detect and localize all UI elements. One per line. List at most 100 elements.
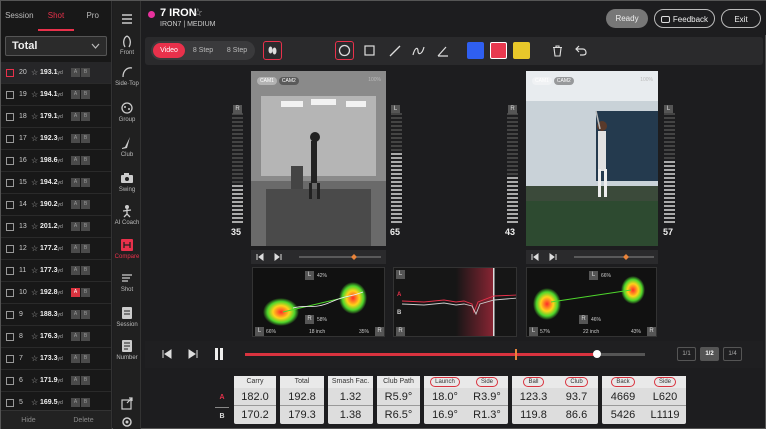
shot-row[interactable]: 7 ☆ 173.3yd A B bbox=[1, 348, 111, 370]
shot-row[interactable]: 13 ☆ 201.2yd A B bbox=[1, 216, 111, 238]
shot-checkbox[interactable] bbox=[6, 222, 14, 231]
assign-a-button[interactable]: A bbox=[71, 376, 80, 385]
assign-b-button[interactable]: B bbox=[81, 200, 90, 209]
assign-a-button[interactable]: A bbox=[71, 90, 80, 99]
shot-row[interactable]: 9 ☆ 188.3yd A B bbox=[1, 304, 111, 326]
star-icon[interactable]: ☆ bbox=[31, 310, 40, 319]
hide-button[interactable]: Hide bbox=[1, 411, 56, 429]
assign-a-button[interactable]: A bbox=[71, 134, 80, 143]
assign-a-button[interactable]: A bbox=[71, 398, 80, 407]
star-icon[interactable]: ☆ bbox=[31, 200, 40, 209]
step-back-icon[interactable] bbox=[161, 348, 173, 360]
star-icon[interactable]: ☆ bbox=[31, 266, 40, 275]
color-swatch-yellow[interactable] bbox=[513, 42, 530, 59]
assign-a-button[interactable]: A bbox=[71, 266, 80, 275]
assign-a-button[interactable]: A bbox=[71, 310, 80, 319]
metric-header-label[interactable]: Side bbox=[653, 377, 676, 387]
timeline-playhead[interactable] bbox=[593, 350, 601, 358]
speed-1-4[interactable]: 1/4 bbox=[723, 347, 742, 361]
nav-item-side-top[interactable]: Side·Top bbox=[113, 65, 141, 87]
pause-icon[interactable] bbox=[213, 347, 225, 361]
assign-b-button[interactable]: B bbox=[81, 354, 90, 363]
shot-row[interactable]: 10 ☆ 192.8yd A B bbox=[1, 282, 111, 304]
tab-session[interactable]: Session bbox=[1, 1, 38, 31]
shot-row[interactable]: 17 ☆ 192.3yd A B bbox=[1, 128, 111, 150]
shot-row[interactable]: 6 ☆ 171.9yd A B bbox=[1, 370, 111, 392]
star-icon[interactable]: ☆ bbox=[31, 222, 40, 231]
assign-a-button[interactable]: A bbox=[71, 332, 80, 341]
metric-header-label[interactable]: Club bbox=[565, 377, 588, 387]
nav-item-compare[interactable]: Compare bbox=[113, 238, 141, 260]
shot-row[interactable]: 19 ☆ 194.1yd A B bbox=[1, 84, 111, 106]
shot-row[interactable]: 14 ☆ 190.2yd A B bbox=[1, 194, 111, 216]
left-cam2-tab[interactable]: CAM2 bbox=[278, 77, 299, 85]
shot-row[interactable]: 12 ☆ 177.2yd A B bbox=[1, 238, 111, 260]
color-swatch-blue[interactable] bbox=[467, 42, 484, 59]
mode-video[interactable]: Video bbox=[153, 43, 185, 58]
assign-b-button[interactable]: B bbox=[81, 398, 90, 407]
assign-a-button[interactable]: A bbox=[71, 200, 80, 209]
nav-item-club[interactable]: Club bbox=[113, 136, 141, 158]
assign-b-button[interactable]: B bbox=[81, 376, 90, 385]
star-icon[interactable]: ☆ bbox=[31, 112, 40, 121]
metric-header-label[interactable]: Launch bbox=[430, 377, 460, 387]
star-icon[interactable]: ☆ bbox=[31, 244, 40, 253]
metric-header-label[interactable]: Back bbox=[611, 377, 635, 387]
shot-row[interactable]: 16 ☆ 198.6yd A B bbox=[1, 150, 111, 172]
assign-a-button[interactable]: A bbox=[71, 244, 80, 253]
shot-checkbox[interactable] bbox=[6, 200, 14, 209]
color-swatch-red[interactable] bbox=[490, 42, 507, 59]
assign-a-button[interactable]: A bbox=[71, 288, 80, 297]
shot-row[interactable]: 18 ☆ 179.1yd A B bbox=[1, 106, 111, 128]
mode-8-step-b[interactable]: 8 Step bbox=[221, 43, 253, 58]
shot-checkbox[interactable] bbox=[6, 68, 14, 77]
assign-b-button[interactable]: B bbox=[81, 244, 90, 253]
feedback-button[interactable]: Feedback bbox=[654, 9, 715, 28]
share-icon[interactable] bbox=[113, 396, 141, 412]
assign-b-button[interactable]: B bbox=[81, 178, 90, 187]
shot-checkbox[interactable] bbox=[6, 266, 14, 275]
assign-b-button[interactable]: B bbox=[81, 134, 90, 143]
star-icon[interactable]: ☆ bbox=[31, 156, 40, 165]
shot-checkbox[interactable] bbox=[6, 288, 14, 297]
shot-filter-select[interactable]: Total bbox=[5, 36, 107, 56]
undo-icon[interactable] bbox=[571, 41, 590, 60]
circle-tool-icon[interactable] bbox=[335, 41, 354, 60]
nav-item-shot[interactable]: Shot bbox=[113, 271, 141, 293]
trash-icon[interactable] bbox=[548, 41, 567, 60]
mode-8-step-a[interactable]: 8 Step bbox=[187, 43, 219, 58]
step-forward-icon[interactable] bbox=[187, 348, 199, 360]
left-video-scrubber[interactable] bbox=[251, 250, 386, 264]
shot-checkbox[interactable] bbox=[6, 112, 14, 121]
assign-a-button[interactable]: A bbox=[71, 156, 80, 165]
shot-checkbox[interactable] bbox=[6, 332, 14, 341]
star-icon[interactable]: ☆ bbox=[31, 134, 40, 143]
shot-checkbox[interactable] bbox=[6, 354, 14, 363]
nav-item-number[interactable]: Number bbox=[113, 339, 141, 361]
shot-checkbox[interactable] bbox=[6, 90, 14, 99]
favorite-star-icon[interactable]: ☆ bbox=[193, 6, 203, 19]
assign-a-button[interactable]: A bbox=[71, 222, 80, 231]
assign-a-button[interactable]: A bbox=[71, 354, 80, 363]
assign-a-button[interactable]: A bbox=[71, 112, 80, 121]
speed-1-1[interactable]: 1/1 bbox=[677, 347, 696, 361]
assign-b-button[interactable]: B bbox=[81, 332, 90, 341]
metric-header-label[interactable]: Ball bbox=[523, 377, 544, 387]
assign-b-button[interactable]: B bbox=[81, 222, 90, 231]
shot-row[interactable]: 15 ☆ 194.2yd A B bbox=[1, 172, 111, 194]
shot-checkbox[interactable] bbox=[6, 178, 14, 187]
timeline-track[interactable] bbox=[245, 349, 645, 360]
menu-icon[interactable] bbox=[113, 12, 141, 28]
assign-b-button[interactable]: B bbox=[81, 112, 90, 121]
tab-shot[interactable]: Shot bbox=[37, 1, 75, 31]
assign-b-button[interactable]: B bbox=[81, 288, 90, 297]
shot-checkbox[interactable] bbox=[6, 244, 14, 253]
ready-button[interactable]: Ready bbox=[606, 9, 648, 28]
shot-checkbox[interactable] bbox=[6, 156, 14, 165]
nav-item-front[interactable]: Front bbox=[113, 34, 141, 56]
rectangle-tool-icon[interactable] bbox=[360, 41, 379, 60]
shot-checkbox[interactable] bbox=[6, 376, 14, 385]
left-cam1-tab[interactable]: CAM1 bbox=[257, 77, 277, 85]
assign-a-button[interactable]: A bbox=[71, 68, 80, 77]
shot-row[interactable]: 20 ☆ 193.1yd A B bbox=[1, 62, 111, 84]
